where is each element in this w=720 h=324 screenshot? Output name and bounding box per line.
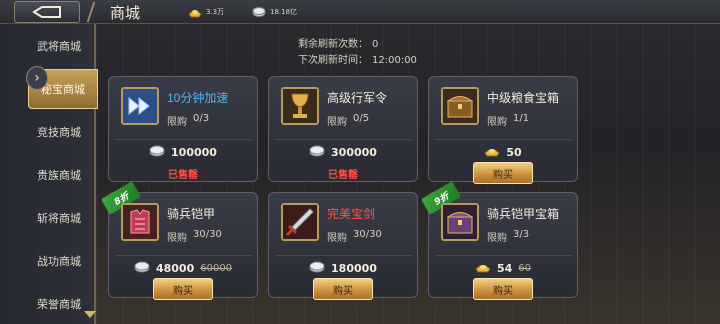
shop-card-cavalry-armor[interactable]: 8折 骑兵铠甲 限购 30/30 48000 60000 购买 [100,181,258,300]
price-value: 48000 [155,262,195,275]
golden-goblet-icon[interactable] [281,87,319,125]
buy-button[interactable]: 购买 [473,278,533,300]
price-value: 54 [496,262,513,275]
item-price: 100000 [109,145,257,160]
limit-value: 0/3 [193,113,210,124]
gold-ingot-icon [484,145,500,160]
treasure-chest-icon[interactable] [441,87,479,125]
sidebar-item-label: 秘宝商城 [41,84,85,96]
sold-out-label: 已售罄 [328,170,358,181]
shop-card-grain-chest[interactable]: 中级粮食宝箱 限购 1/1 50 购买 [428,76,578,184]
refresh-remaining-label: 剩余刷新次数： [298,39,368,50]
silver-coin-icon [149,145,165,160]
original-price: 60 [518,263,532,274]
item-name: 高级行军令 [327,91,388,105]
silver-coin-icon [309,261,325,276]
limit-value: 0/5 [353,113,370,124]
limit-label: 限购 [327,117,347,128]
refresh-info: 剩余刷新次数： 0 下次刷新时间： 12:00:00 [298,37,417,69]
item-price: 300000 [269,145,417,160]
sidebar-item-slay-shop[interactable]: 斩将商城 [24,198,94,238]
item-name: 完美宝剑 [327,207,376,221]
back-button[interactable] [14,1,80,23]
page-title: 商城 [86,0,176,24]
sword-icon[interactable] [281,203,319,241]
shop-card-perfect-sword[interactable]: 完美宝剑限购 30/30 180000 购买 [268,192,418,300]
gold-resource: 3.3万 [188,4,224,20]
card-divider [275,139,411,140]
price-value: 180000 [331,262,377,275]
speedup-arrows-icon[interactable] [121,87,159,125]
limit-value: 30/30 [353,229,382,240]
limit-label: 限购 [327,233,347,244]
price-value: 300000 [331,146,377,159]
limit-label: 限购 [167,233,187,244]
card-divider [435,139,571,140]
price-value: 50 [506,146,522,159]
card-divider [115,139,251,140]
item-name: 10分钟加速 [167,91,229,105]
silver-coin-icon [134,261,150,276]
back-arrow-icon [32,6,61,18]
red-armor-icon[interactable] [121,203,159,241]
buy-button[interactable]: 购买 [153,278,213,300]
top-bar: 商城 3.3万 18.18亿 [0,0,720,24]
limit-label: 限购 [487,233,507,244]
shop-card-speedup[interactable]: 10分钟加速 限购 0/3 100000 已售罄 [108,76,258,182]
scroll-down-arrow-icon[interactable] [84,311,96,318]
card-divider [115,255,251,256]
refresh-remaining-value: 0 [372,39,379,50]
sidebar-item-label: 武将商城 [37,41,81,53]
item-price: 50 [429,145,577,160]
limit-value: 30/30 [193,229,222,240]
purchase-limit: 限购 3/3 [487,229,529,244]
gold-ingot-icon [475,261,491,276]
item-name: 中级粮食宝箱 [487,91,560,105]
price-value: 100000 [171,146,217,159]
card-divider [435,255,571,256]
original-price: 60000 [200,263,233,274]
limit-label: 限购 [167,117,187,128]
purchase-limit: 限购 0/5 [327,113,369,128]
item-price: 54 60 [429,261,577,276]
sidebar-item-arena-shop[interactable]: 竞技商城 [24,112,94,152]
gold-amount: 3.3万 [206,8,225,16]
item-name: 骑兵铠甲 [167,207,216,221]
shop-card-cavalry-armor-chest[interactable]: 9折 骑兵铠甲宝箱 限购 3/3 54 60 购买 [420,181,578,300]
silver-resource: 18.18亿 [252,4,297,20]
item-price: 180000 [269,261,417,276]
purchase-limit: 限购 30/30 [167,229,222,244]
limit-value: 3/3 [513,229,530,240]
limit-label: 限购 [487,117,507,128]
purchase-limit: 限购 0/3 [167,113,209,128]
card-divider [275,255,411,256]
gold-ingot-icon [188,10,202,18]
silver-coin-icon [252,7,266,17]
shop-sidebar: 武将商城 秘宝商城 竞技商城 贵族商城 斩将商城 战功商城 荣誉商城 [0,24,98,324]
purchase-limit: 限购 30/30 [327,229,382,244]
item-name: 骑兵铠甲宝箱 [487,207,560,221]
sidebar-item-label: 贵族商城 [37,170,81,182]
sidebar-item-general-shop[interactable]: 武将商城 [24,26,94,66]
sidebar-expand-arrow-icon[interactable]: › [26,66,48,90]
sidebar-item-label: 斩将商城 [37,213,81,225]
silver-amount: 18.18亿 [270,8,298,16]
sidebar-item-label: 战功商城 [37,256,81,268]
sidebar-item-noble-shop[interactable]: 贵族商城 [24,155,94,195]
next-refresh-value: 12:00:00 [372,55,417,66]
purchase-limit: 限购 1/1 [487,113,529,128]
shop-card-advanced-march-order[interactable]: 高级行军令限购 0/5 300000 已售罄 [268,76,418,182]
buy-button[interactable]: 购买 [313,278,373,300]
limit-value: 1/1 [513,113,530,124]
buy-button[interactable]: 购买 [473,162,533,184]
purple-chest-icon[interactable] [441,203,479,241]
next-refresh-label: 下次刷新时间： [298,55,368,66]
sidebar-item-honor-shop[interactable]: 荣誉商城 [24,284,94,324]
sidebar-item-label: 荣誉商城 [37,299,81,311]
silver-coin-icon [309,145,325,160]
item-price: 48000 60000 [109,261,257,276]
sidebar-item-label: 竞技商城 [37,127,81,139]
sold-out-label: 已售罄 [168,170,198,181]
sidebar-item-merit-shop[interactable]: 战功商城 [24,241,94,281]
